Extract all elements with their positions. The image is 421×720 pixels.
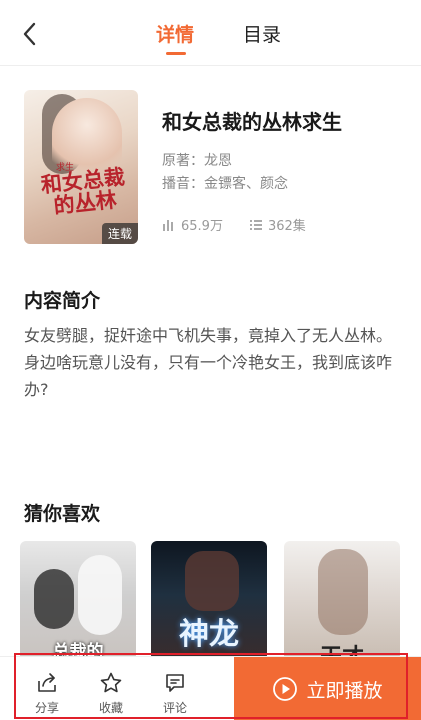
recommend-heading: 猜你喜欢 <box>24 503 101 525</box>
episode-list-icon <box>249 219 262 230</box>
recommend-item[interactable]: 总裁的 <box>20 541 136 661</box>
book-author: 原著：龙恩 <box>162 153 232 169</box>
share-label: 分享 <box>34 701 59 715</box>
recommend-cover-title: 神龙 <box>179 617 239 652</box>
back-arrow-icon[interactable] <box>20 20 44 48</box>
favorite-button[interactable]: 收藏 <box>81 657 141 720</box>
book-title: 和女总裁的丛林求生 <box>162 110 342 134</box>
play-count-value: 65.9万 <box>181 219 223 234</box>
top-navigation-bar: 详情 目录 <box>0 0 421 66</box>
intro-heading: 内容简介 <box>24 290 101 312</box>
share-button[interactable]: 分享 <box>17 657 77 720</box>
book-narrators: 播音：金镖客、颜念 <box>162 176 288 192</box>
favorite-label: 收藏 <box>98 701 123 715</box>
play-count: 65.9万 <box>162 215 223 234</box>
episode-count-value: 362集 <box>267 219 306 234</box>
cover-figure <box>78 555 122 635</box>
recommend-item[interactable]: 神龙 <box>151 541 267 661</box>
recommend-item[interactable]: 天才 <box>284 541 400 661</box>
intro-text: 女友劈腿，捉奸途中飞机失事，竟掉入了无人丛林。身边啥玩意儿没有，只有一个冷艳女王… <box>24 326 393 399</box>
tab-detail[interactable]: 详情 <box>156 20 194 47</box>
episode-count: 362集 <box>249 215 306 234</box>
cover-figure <box>185 551 239 611</box>
cover-figure <box>34 569 74 629</box>
active-tab-indicator <box>166 52 186 55</box>
book-stats: 65.9万 362集 <box>162 215 306 234</box>
bottom-action-bar: 分享 收藏 评论 立即播放 <box>0 656 421 720</box>
play-now-label: 立即播放 <box>306 679 383 702</box>
play-now-button[interactable]: 立即播放 <box>234 657 421 720</box>
star-icon <box>100 672 122 693</box>
play-circle-icon <box>273 677 298 701</box>
comment-icon <box>166 674 184 692</box>
cover-title-art: 和女总裁的丛林 <box>39 163 126 219</box>
recommend-list: 总裁的 神龙 天才 <box>20 541 421 661</box>
share-icon <box>38 673 56 692</box>
status-badge: 连载 <box>101 223 138 244</box>
play-count-icon <box>163 219 173 231</box>
comment-button[interactable]: 评论 <box>145 657 205 720</box>
tab-table-of-contents[interactable]: 目录 <box>243 20 281 47</box>
book-cover-image[interactable]: 求生 和女总裁的丛林 连载 <box>24 90 138 244</box>
cover-figure <box>318 549 368 635</box>
comment-label: 评论 <box>162 701 187 715</box>
